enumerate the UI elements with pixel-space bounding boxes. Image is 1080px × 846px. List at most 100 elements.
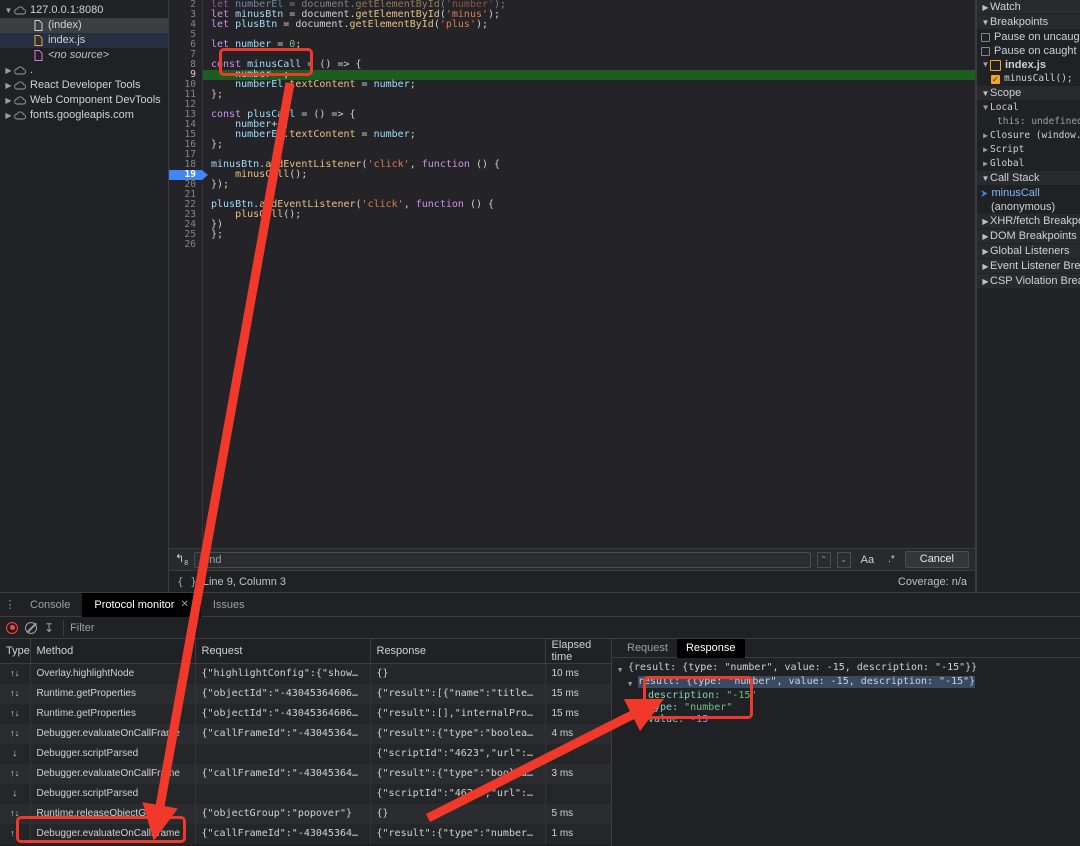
navigator-item-3[interactable]: <no source> xyxy=(0,48,168,63)
drawer-tab-protocol-monitor[interactable]: Protocol monitor ✕ xyxy=(82,592,201,617)
drawer-tab-bar[interactable]: ⋮ Console Protocol monitor ✕ Issues xyxy=(0,592,1080,617)
detail-tab-response[interactable]: Response xyxy=(676,638,745,658)
chevron-down-icon[interactable]: ▼ xyxy=(628,676,638,690)
pause-exception-checkbox-2[interactable]: Pause on uncaught exceptions xyxy=(977,30,1080,44)
line-number[interactable]: 3 xyxy=(169,10,202,20)
json-line-2[interactable]: description: "-15" xyxy=(618,690,1074,702)
find-bar[interactable]: ↰8 Find ⌃ ⌄ Aa .* Cancel xyxy=(169,548,975,570)
more-options-icon[interactable]: ⋮ xyxy=(2,598,18,611)
scope-node-global[interactable]: ▶ Global xyxy=(977,157,1080,171)
regex-button[interactable]: .* xyxy=(884,554,899,565)
chevron-right-icon[interactable]: ▶ xyxy=(981,157,990,171)
code-line-20[interactable]: }); xyxy=(203,180,975,190)
chevron-right-icon[interactable]: ▶ xyxy=(981,244,990,259)
download-icon[interactable]: ↧ xyxy=(44,622,54,634)
debugger-section-call-stack[interactable]: ▼ Call Stack xyxy=(977,171,1080,186)
twisty-spacer[interactable] xyxy=(638,702,648,704)
line-number-gutter[interactable]: 2 3 4 5 6 7 8 9 10 11 12 13 14 15 16 17 18 19 20 21 22 23 24 25… xyxy=(169,0,208,548)
debugger-section-breakpoints[interactable]: ▼ Breakpoints xyxy=(977,15,1080,30)
table-row[interactable]: ↑↓ Overlay.highlightNode {"highlightConfig… xyxy=(0,663,611,684)
chevron-right-icon[interactable]: ▶ xyxy=(981,259,990,274)
debugger-section-dom-breakpoints[interactable]: ▶ DOM Breakpoints xyxy=(977,229,1080,244)
scope-node-closure-window-onload-[interactable]: ▶Closure (window.onload) xyxy=(977,129,1080,143)
json-line-0[interactable]: ▼ {result: {type: "number", value: -15, d… xyxy=(618,662,1074,676)
navigator-item-5[interactable]: ▶ React Developer Tools xyxy=(0,78,168,93)
code-line-26[interactable] xyxy=(203,240,975,250)
line-number[interactable]: 2 xyxy=(169,0,202,10)
code-line-13[interactable]: const plusCall = () => { xyxy=(203,110,975,120)
column-header-method[interactable]: Method xyxy=(30,639,196,664)
table-row[interactable]: ↑↓ Debugger.evaluateOnCallFrame {"callFram… xyxy=(0,823,611,844)
table-row[interactable]: ↑↓ Debugger.evaluateOnCallFrame {"callFram… xyxy=(0,763,611,784)
close-icon[interactable]: ✕ xyxy=(180,593,188,617)
navigator-item-2[interactable]: index.js xyxy=(0,33,168,48)
call-stack-frame-active[interactable]: ⮞ minusCall xyxy=(977,186,1080,200)
scope-node-local[interactable]: ▼ Local xyxy=(977,101,1080,115)
column-header-response[interactable]: Response xyxy=(370,639,546,664)
pause-exception-checkbox-3[interactable]: Pause on caught exceptions xyxy=(977,44,1080,58)
code-line-22[interactable]: plusBtn.addEventListener('click', functi… xyxy=(203,200,975,210)
chevron-right-icon[interactable]: ▶ xyxy=(981,143,990,157)
code-content[interactable]: let numberEl = document.getElementById('… xyxy=(203,0,975,548)
find-prev-button[interactable]: ⌃ xyxy=(816,551,831,568)
code-area[interactable]: 2 3 4 5 6 7 8 9 10 11 12 13 14 15 16 17 18 19 20 21 22 23 24 25… xyxy=(169,0,975,548)
chevron-right-icon[interactable]: ▶ xyxy=(4,108,13,123)
navigator-item-1[interactable]: (index) xyxy=(0,18,168,33)
code-line-25[interactable]: }; xyxy=(203,230,975,240)
line-number[interactable]: 5 xyxy=(169,30,202,40)
navigator-panel[interactable]: ▼ 127.0.0.1:8080 (index) index.js <no source… xyxy=(0,0,169,592)
chevron-right-icon[interactable]: ▶ xyxy=(981,214,990,229)
navigator-item-4[interactable]: ▶. xyxy=(0,63,168,78)
table-row[interactable]: ↓ Debugger.scriptParsed {"scriptId":"4624"… xyxy=(0,783,611,804)
code-line-6[interactable]: let number = 0; xyxy=(203,40,975,50)
line-number[interactable]: 6 xyxy=(169,40,202,50)
table-row[interactable]: ↑↓ Runtime.getProperties {"objectId":"-430… xyxy=(0,683,611,704)
find-input[interactable]: Find xyxy=(194,551,811,568)
chevron-down-icon[interactable]: ▼ xyxy=(981,101,990,115)
navigator-item-0[interactable]: ▼ 127.0.0.1:8080 xyxy=(0,3,168,18)
table-row[interactable]: ↑↓ Runtime.releaseObjectGroup {"objectGrou… xyxy=(0,803,611,824)
detail-tab-bar[interactable]: Request Response xyxy=(612,638,1080,658)
chevron-down-icon[interactable]: ▼ xyxy=(618,662,628,676)
debugger-section-global-listeners[interactable]: ▶ Global Listeners xyxy=(977,244,1080,259)
drawer-tab-issues[interactable]: Issues xyxy=(201,593,257,617)
table-row[interactable]: ↑↓ Debugger.evaluateOnCallFrame {"callFram… xyxy=(0,723,611,744)
find-next-button[interactable]: ⌄ xyxy=(836,551,851,568)
chevron-down-icon[interactable]: ▼ xyxy=(981,58,990,72)
detail-tab-request[interactable]: Request xyxy=(618,639,677,658)
debugger-section-watch[interactable]: ▶ Watch xyxy=(977,0,1080,15)
chevron-down-icon[interactable]: ▼ xyxy=(981,171,990,186)
chevron-down-icon[interactable]: ▼ xyxy=(4,3,13,18)
code-line-4[interactable]: let plusBtn = document.getElementById('p… xyxy=(203,20,975,30)
debugger-section-scope[interactable]: ▼ Scope xyxy=(977,86,1080,101)
pretty-print-icon[interactable]: { } xyxy=(177,575,197,588)
debugger-section-event-listener-breakpoints[interactable]: ▶Event Listener Breakpoints xyxy=(977,259,1080,274)
debugger-section-csp-violation-breakpoints[interactable]: ▶CSP Violation Breakpoints xyxy=(977,274,1080,289)
call-stack-frame[interactable]: (anonymous) xyxy=(977,200,1080,214)
chevron-right-icon[interactable]: ▶ xyxy=(981,229,990,244)
match-case-button[interactable]: Aa xyxy=(857,554,878,566)
record-icon[interactable] xyxy=(6,621,18,634)
chevron-right-icon[interactable]: ▶ xyxy=(981,274,990,289)
debugger-section-xhr-fetch-breakpoints[interactable]: ▶XHR/fetch Breakpoints xyxy=(977,214,1080,229)
column-header-request[interactable]: Request xyxy=(195,639,371,664)
line-number[interactable]: 7 xyxy=(169,50,202,60)
line-number[interactable]: 4 xyxy=(169,20,202,30)
chevron-right-icon[interactable]: ▶ xyxy=(4,78,13,93)
code-line-19[interactable]: minusCall(); xyxy=(203,170,975,180)
code-line-16[interactable]: }; xyxy=(203,140,975,150)
navigator-item-6[interactable]: ▶ Web Component DevTools xyxy=(0,93,168,108)
protocol-monitor-toolbar[interactable]: ↧ Filter xyxy=(0,617,1080,639)
table-row[interactable]: ↓ Debugger.scriptParsed {"scriptId":"4623"… xyxy=(0,743,611,764)
json-line-3[interactable]: type: "number" xyxy=(618,702,1074,714)
chevron-down-icon[interactable]: ▼ xyxy=(981,86,990,101)
json-line-4[interactable]: value: -15 xyxy=(618,714,1074,726)
chevron-down-icon[interactable]: ▼ xyxy=(981,15,990,30)
line-number[interactable]: 8 xyxy=(169,60,202,70)
chevron-right-icon[interactable]: ▶ xyxy=(981,0,990,15)
code-line-8[interactable]: const minusCall = () => { xyxy=(203,60,975,70)
clear-icon[interactable] xyxy=(25,621,37,634)
column-header-type[interactable]: Type xyxy=(0,639,31,664)
drawer-tab-console[interactable]: Console xyxy=(18,593,82,617)
chevron-right-icon[interactable]: ▶ xyxy=(4,93,13,108)
